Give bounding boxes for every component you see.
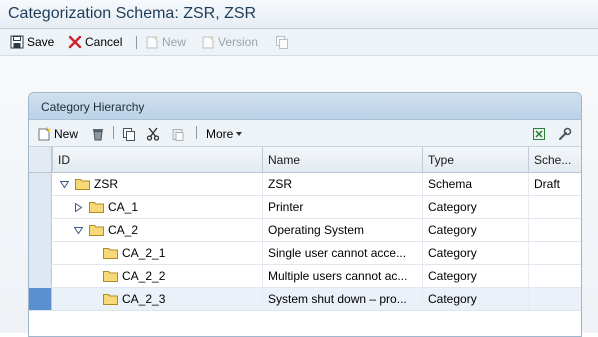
paste-icon (172, 129, 184, 141)
row-type: Category (422, 288, 528, 310)
row-id: CA_2_3 (122, 292, 166, 306)
category-hierarchy-panel: Category Hierarchy New More ID Name Type… (28, 92, 582, 337)
collapse-icon[interactable] (60, 180, 69, 189)
panel-toolbar-separator (196, 126, 197, 139)
tree-node: CA_2 (74, 219, 138, 241)
cut-icon (146, 127, 160, 141)
panel-title: Category Hierarchy (41, 100, 145, 114)
copy-icon (123, 128, 135, 141)
row-selector[interactable] (29, 196, 52, 218)
panel-new-button[interactable]: New (37, 126, 78, 142)
row-id: CA_2_2 (122, 269, 166, 283)
title-bar: Categorization Schema: ZSR, ZSR (0, 0, 598, 29)
new-label: New (162, 35, 187, 49)
table-row[interactable]: ZSR ZSR Schema Draft (29, 173, 581, 196)
copy-button[interactable] (275, 34, 292, 50)
delete-button[interactable] (91, 126, 108, 142)
tree-node: CA_2_1 (103, 242, 165, 264)
settings-icon (559, 127, 572, 140)
cancel-button[interactable]: Cancel (68, 34, 122, 50)
row-type: Category (422, 265, 528, 287)
row-selector[interactable] (29, 219, 52, 241)
row-status (528, 219, 581, 241)
more-menu-button[interactable]: More (206, 126, 243, 142)
new-icon (146, 35, 159, 49)
row-name: Operating System (262, 219, 422, 241)
version-button[interactable]: Version (201, 34, 258, 50)
folder-icon (89, 225, 104, 236)
tree-node: ZSR (60, 173, 118, 195)
version-icon (202, 35, 215, 49)
table-row[interactable]: CA_2_1 Single user cannot acce... Catego… (29, 242, 581, 265)
expand-icon[interactable] (74, 202, 83, 212)
settings-button[interactable] (558, 126, 575, 142)
row-status: Draft (528, 173, 581, 195)
panel-header: Category Hierarchy (29, 93, 581, 120)
panel-toolbar: New More (29, 120, 581, 147)
dropdown-arrow-icon (236, 132, 243, 136)
column-header-name[interactable]: Name (262, 147, 422, 173)
row-selector[interactable] (29, 288, 52, 310)
tree-node: CA_2_3 (103, 288, 165, 310)
row-id: CA_2_1 (122, 246, 166, 260)
copy-icon (276, 36, 288, 49)
row-status (528, 196, 581, 218)
save-icon (10, 35, 24, 49)
cut-button[interactable] (146, 126, 163, 142)
column-header-id[interactable]: ID (52, 147, 262, 173)
folder-icon (103, 248, 118, 259)
export-button[interactable] (532, 126, 549, 142)
tree-node: CA_1 (74, 196, 138, 218)
table-row[interactable]: CA_1 Printer Category (29, 196, 581, 219)
row-name: ZSR (262, 173, 422, 195)
row-selector[interactable] (29, 265, 52, 287)
row-selector[interactable] (29, 173, 52, 195)
row-id: CA_2 (108, 223, 139, 237)
table-header: ID Name Type Sche... (29, 147, 581, 173)
row-name: Printer (262, 196, 422, 218)
paste-button[interactable] (171, 126, 188, 142)
row-selector[interactable] (29, 242, 52, 264)
column-header-type[interactable]: Type (422, 147, 528, 173)
row-id: CA_1 (108, 200, 139, 214)
cancel-label: Cancel (85, 35, 123, 49)
row-name: System shut down – pro... (262, 288, 422, 310)
folder-icon (103, 294, 118, 305)
more-label: More (206, 127, 234, 141)
row-name: Single user cannot acce... (262, 242, 422, 264)
panel-new-label: New (54, 127, 79, 141)
save-label: Save (27, 35, 55, 49)
tree-node: CA_2_2 (103, 265, 165, 287)
row-type: Category (422, 242, 528, 264)
save-button[interactable]: Save (10, 34, 54, 50)
row-status (528, 288, 581, 310)
row-name: Multiple users cannot ac... (262, 265, 422, 287)
row-status (528, 265, 581, 287)
row-type: Schema (422, 173, 528, 195)
select-all-cell[interactable] (29, 147, 52, 172)
folder-icon (75, 179, 90, 190)
table-row[interactable]: CA_2 Operating System Category (29, 219, 581, 242)
window-title: Categorization Schema: ZSR, ZSR (8, 5, 257, 22)
delete-icon (93, 129, 103, 141)
row-id: ZSR (94, 177, 118, 191)
cancel-icon (68, 35, 82, 49)
panel-toolbar-separator (113, 126, 114, 139)
main-toolbar: Save Cancel New Version (0, 29, 598, 56)
version-label: Version (218, 35, 259, 49)
copy-button[interactable] (122, 126, 139, 142)
row-type: Category (422, 219, 528, 241)
table-row[interactable]: CA_2_3 System shut down – pro... Categor… (29, 288, 581, 311)
table-row[interactable]: CA_2_2 Multiple users cannot ac... Categ… (29, 265, 581, 288)
row-type: Category (422, 196, 528, 218)
column-header-status[interactable]: Sche... (528, 147, 581, 173)
new-button[interactable]: New (145, 34, 186, 50)
row-status (528, 242, 581, 264)
folder-icon (103, 271, 118, 282)
new-icon (38, 127, 51, 141)
export-icon (533, 128, 545, 140)
collapse-icon[interactable] (74, 226, 83, 235)
folder-icon (89, 202, 104, 213)
toolbar-separator (136, 36, 137, 49)
